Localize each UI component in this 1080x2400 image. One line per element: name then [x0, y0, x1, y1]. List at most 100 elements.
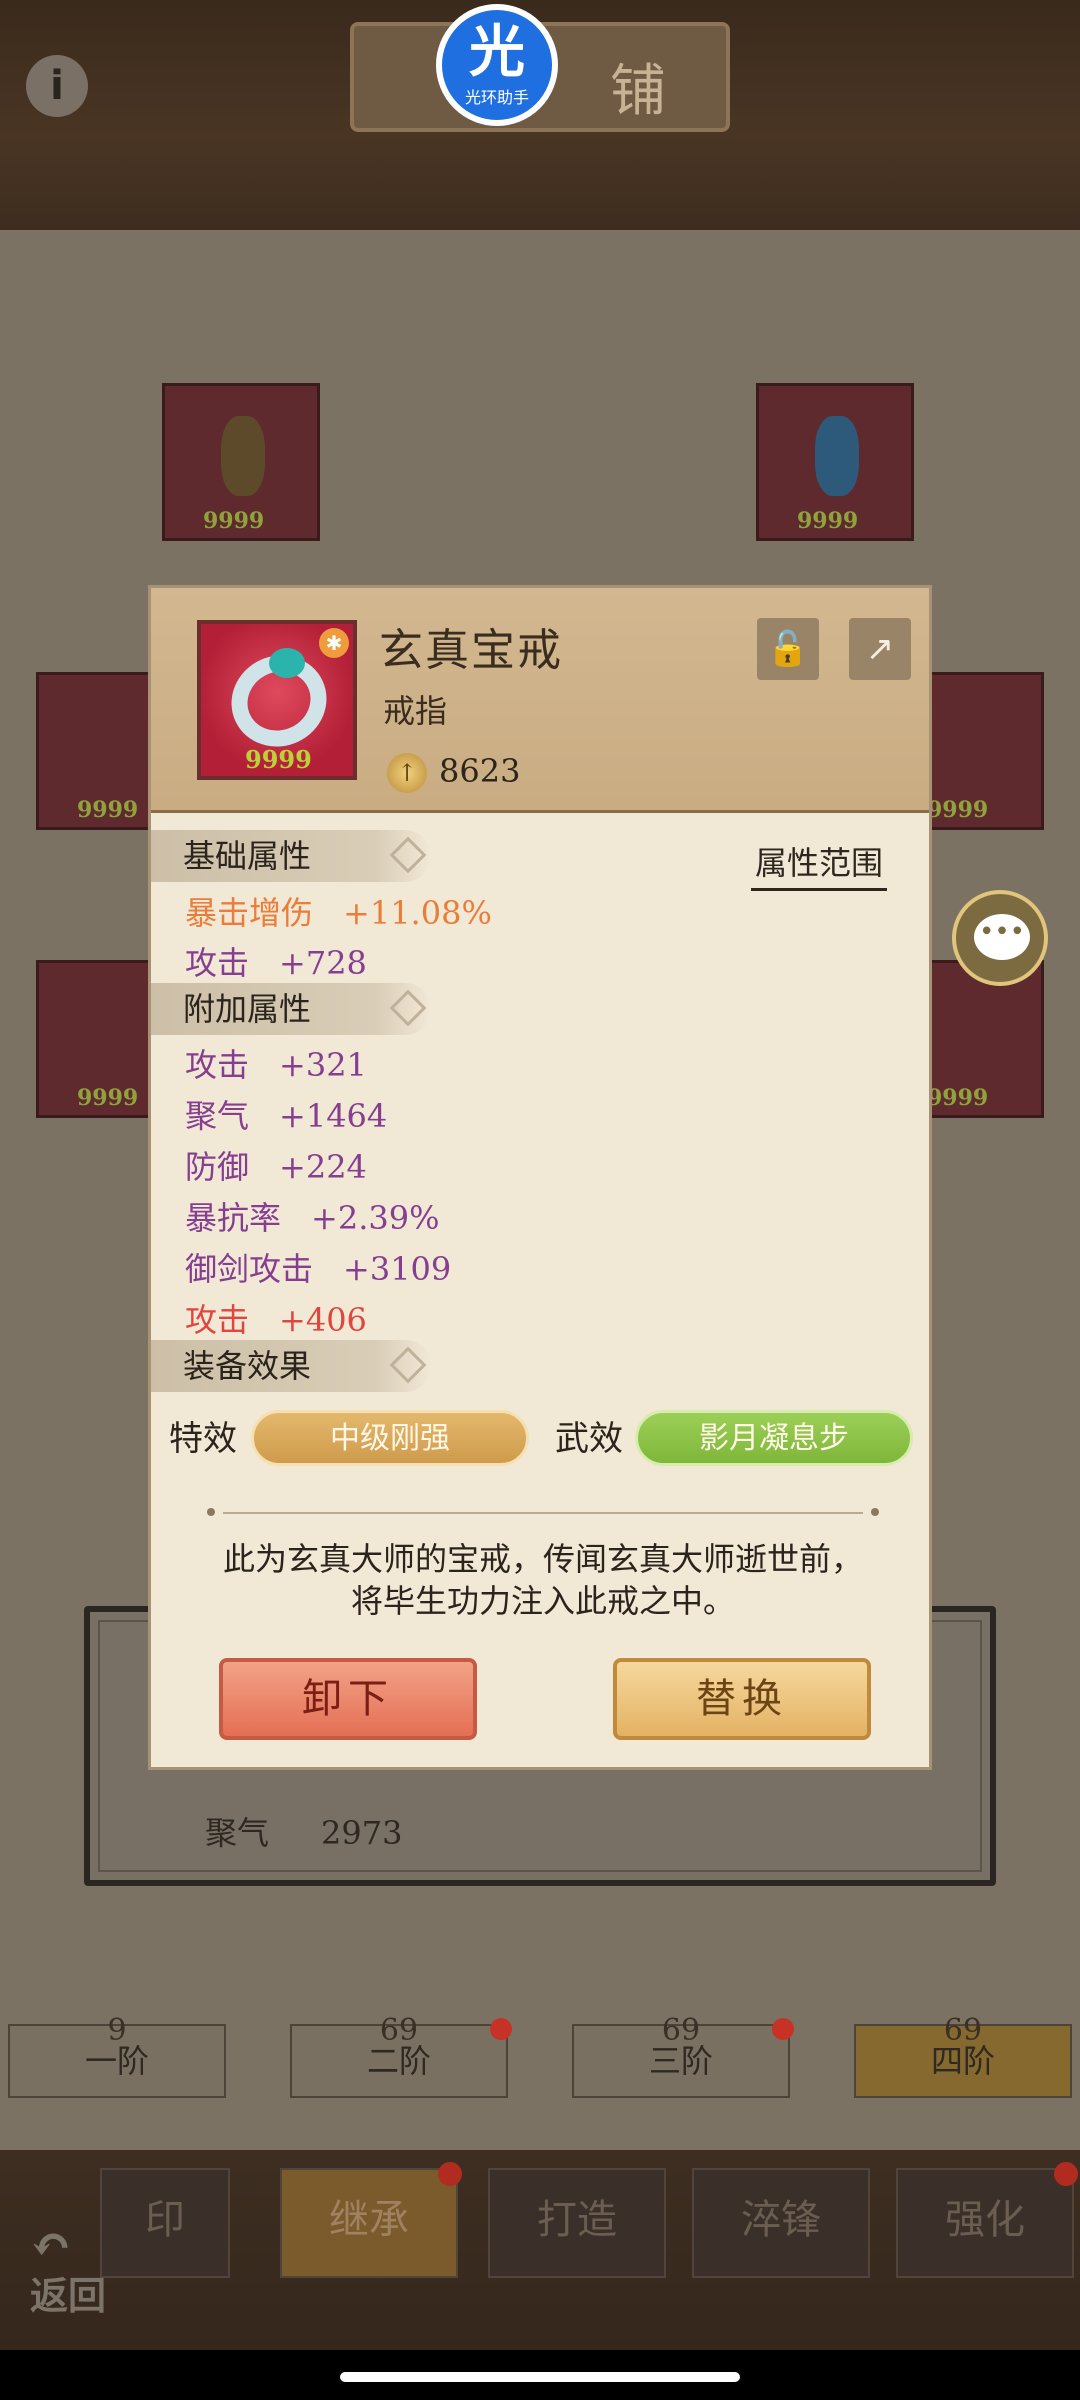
back-label: 返回 — [30, 2273, 107, 2318]
stat-label: 聚气 — [205, 1814, 270, 1852]
slot-count: 9999 — [797, 508, 859, 534]
section-decoration-icon — [389, 1346, 427, 1384]
tier-button-4[interactable]: 69 四阶 — [854, 2013, 1072, 2098]
stat-row: 聚气 2973 — [205, 1808, 402, 1854]
slot-count: 9999 — [927, 1085, 989, 1111]
notification-dot — [1054, 2162, 1078, 2186]
attribute-value: +11.08% — [343, 894, 492, 932]
unequip-button[interactable]: 卸下 — [219, 1658, 477, 1740]
item-description: 此为玄真大师的宝戒，传闻玄真大师逝世前，将毕生功力注入此戒之中。 — [222, 1540, 863, 1620]
section-decoration-icon — [389, 836, 427, 874]
attribute-value: +406 — [279, 1301, 367, 1339]
tier-button-1[interactable]: 9 一阶 — [8, 2013, 226, 2098]
shop-title: 铺 — [610, 59, 666, 124]
attribute-row: 聚气 +1464 — [185, 1091, 387, 1137]
attribute-name: 攻击 — [185, 1301, 250, 1339]
share-icon[interactable]: ↗ — [849, 618, 911, 680]
attribute-name: 聚气 — [185, 1097, 250, 1135]
ring-item-icon: ✱ 9999 — [197, 620, 357, 780]
attribute-name: 暴抗率 — [185, 1199, 282, 1237]
base-attributes-header: 基础属性 — [151, 830, 431, 882]
item-icon — [815, 416, 859, 496]
item-detail-popup: ✱ 9999 玄真宝戒 戒指 ↑ 8623 🔓 ↗ 基础属性 属性范围 暴击增伤… — [148, 585, 932, 1770]
halo-logo-text: 光 — [469, 20, 525, 85]
item-icon — [221, 416, 265, 496]
chat-bubble-icon: ••• — [974, 914, 1030, 960]
notification-dot — [490, 2018, 512, 2040]
attribute-name: 暴击增伤 — [185, 894, 314, 932]
home-indicator-bar — [0, 2350, 1080, 2400]
tier-button-3[interactable]: 69 三阶 — [572, 2013, 794, 2098]
attribute-name: 御剑攻击 — [185, 1250, 314, 1288]
attribute-value: +3109 — [343, 1250, 452, 1288]
back-button[interactable]: ↶ 返回 — [30, 2215, 140, 2325]
replace-button[interactable]: 替换 — [613, 1658, 871, 1740]
attribute-row: 暴击增伤 +11.08% — [185, 888, 492, 934]
section-decoration-icon — [389, 989, 427, 1027]
attribute-row: 防御 +224 — [185, 1142, 367, 1188]
tab-inherit[interactable]: 继承 — [280, 2162, 462, 2278]
attribute-name: 攻击 — [185, 944, 250, 982]
martial-effect-label: 武效 — [555, 1419, 623, 1459]
tab-label: 强化 — [945, 2197, 1025, 2243]
slot-count: 9999 — [927, 797, 989, 823]
equipment-slot-top-right[interactable]: 9999 — [756, 383, 914, 541]
item-type: 戒指 — [383, 692, 448, 730]
slot-count: 9999 — [203, 508, 265, 534]
special-effect-label: 特效 — [169, 1419, 237, 1459]
attribute-row: 攻击 +728 — [185, 938, 367, 984]
item-count: 9999 — [245, 745, 312, 774]
special-effect-badge[interactable]: 中级刚强 — [251, 1410, 529, 1466]
combat-power-value: 8623 — [439, 752, 521, 790]
chat-icon[interactable]: ••• — [952, 890, 1048, 986]
attribute-row: 暴抗率 +2.39% — [185, 1193, 439, 1239]
gem-icon — [269, 648, 305, 678]
attribute-row: 攻击 +321 — [185, 1040, 367, 1086]
attribute-value: +2.39% — [311, 1199, 440, 1237]
stat-value: 2973 — [321, 1814, 403, 1852]
attribute-name: 攻击 — [185, 1046, 250, 1084]
unlock-icon[interactable]: 🔓 — [757, 618, 819, 680]
attribute-row: 攻击 +406 — [185, 1295, 367, 1341]
equipment-slot-top-left[interactable]: 9999 — [162, 383, 320, 541]
extra-attributes-header: 附加属性 — [151, 983, 431, 1035]
tab-label: 打造 — [537, 2197, 617, 2243]
tab-label: 继承 — [329, 2197, 409, 2243]
tab-forge[interactable]: 打造 — [488, 2168, 666, 2278]
attribute-value: +728 — [279, 944, 367, 982]
tier-marks: 69 — [943, 2013, 983, 2048]
home-indicator[interactable] — [340, 2372, 740, 2382]
attribute-value: +224 — [279, 1148, 367, 1186]
power-icon: ↑ — [387, 753, 427, 793]
tier-marks: 69 — [379, 2013, 419, 2048]
tab-enhance[interactable]: 强化 — [896, 2162, 1078, 2278]
notification-dot — [438, 2162, 462, 2186]
tab-label: 淬锋 — [741, 2197, 821, 2243]
tier-marks: 69 — [661, 2013, 701, 2048]
halo-label: 光环助手 — [464, 88, 529, 107]
info-icon[interactable]: i — [26, 55, 88, 117]
tab-label: 印 — [145, 2197, 185, 2243]
attribute-range-button[interactable]: 属性范围 — [751, 838, 888, 891]
attribute-row: 御剑攻击 +3109 — [185, 1244, 451, 1290]
notification-dot — [772, 2018, 794, 2040]
divider — [207, 1508, 879, 1516]
attribute-name: 防御 — [185, 1148, 250, 1186]
quality-star-icon: ✱ — [319, 628, 349, 658]
section-title: 基础属性 — [183, 837, 312, 875]
tier-button-2[interactable]: 69 二阶 — [290, 2013, 512, 2098]
martial-effect-badge[interactable]: 影月凝息步 — [635, 1410, 913, 1466]
section-title: 附加属性 — [183, 990, 312, 1028]
slot-count: 9999 — [77, 1085, 139, 1111]
back-arrow-icon: ↶ — [30, 2215, 72, 2274]
tab-temper[interactable]: 淬锋 — [692, 2168, 870, 2278]
item-header: ✱ 9999 玄真宝戒 戒指 ↑ 8623 🔓 ↗ — [151, 588, 929, 813]
tier-marks: 9 — [107, 2013, 127, 2048]
section-title: 装备效果 — [183, 1347, 312, 1385]
attribute-value: +321 — [279, 1046, 367, 1084]
item-name: 玄真宝戒 — [379, 625, 563, 676]
slot-count: 9999 — [77, 797, 139, 823]
equipment-effects-header: 装备效果 — [151, 1340, 431, 1392]
attribute-value: +1464 — [279, 1097, 388, 1135]
halo-assistant-badge[interactable]: 光 光环助手 — [436, 4, 558, 126]
